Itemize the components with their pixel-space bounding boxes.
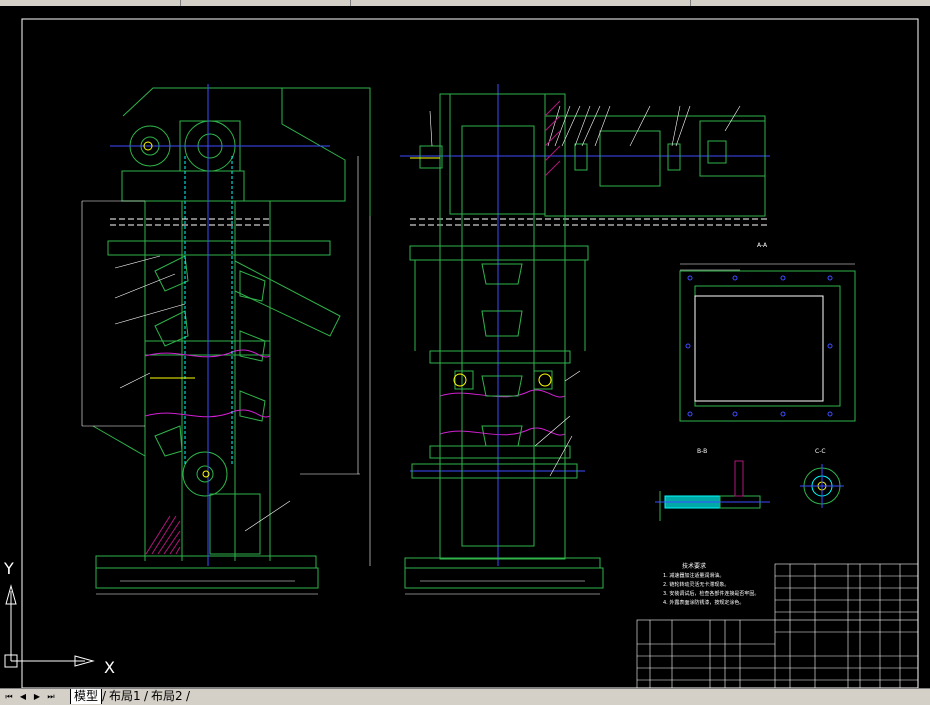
section-label-bb: B-B [697,448,708,455]
boot-slope [92,425,146,457]
head-hood [282,87,371,216]
section-aa-inner [694,285,841,407]
side-elevation-view [404,93,766,589]
tail-sprocket [182,451,228,497]
tab-layout2[interactable]: 布局2 [148,689,186,704]
lower-flange [429,445,571,459]
dimension-lines [81,156,371,595]
casing-outline [439,93,566,560]
section-label-cc: C-C [815,448,826,455]
note-line: 3. 安装调试后，检查各部件连接是否牢固。 [663,591,760,597]
note-line: 1. 减速器加注适量润滑油。 [663,573,725,579]
bucket [481,310,523,337]
section-aa-opening [694,295,824,402]
cross-beam [409,245,589,261]
note-line: 2. 链轮转动灵活无卡滞现象。 [663,582,730,588]
bucket [154,425,183,457]
bucket [239,390,266,422]
drive-base [121,170,245,202]
bucket [154,255,189,292]
section-aa-view [679,270,856,422]
mid-flange [429,350,571,364]
coupling [574,143,588,171]
prev-tab-button[interactable]: ◀ [17,691,29,703]
note-line: 4. 外露表面涂防锈漆，按规定涂色。 [663,600,745,606]
bearing [533,370,553,390]
reducer [599,130,661,187]
coupling [667,143,681,171]
section-aa-dims [680,263,855,271]
foundation [404,567,604,589]
cad-drawing [4,18,919,688]
mid-accents [410,157,552,387]
ucs-axis-icon [4,584,95,668]
motor [699,120,766,177]
bucket [481,263,523,285]
drawing-canvas[interactable]: A-A B-B C-C 技术要求 1. 减速器加注适量润滑油。 2. 链轮转动灵… [0,6,930,688]
tail-sprocket-hub [196,465,214,483]
bucket [481,425,523,447]
section-label-aa: A-A [757,242,768,249]
tab-model[interactable]: 模型 [70,689,103,704]
detail-accents [143,141,210,478]
first-tab-button[interactable]: ⏮ [3,691,15,703]
bucket [239,270,266,302]
support-beam [107,240,331,256]
notes-title: 技术要求 [682,563,707,570]
last-tab-button[interactable]: ⏭ [45,691,57,703]
section-bb-view [655,460,770,521]
base-plate [95,555,317,569]
section-aa-outer [679,270,856,422]
section-aa-holes [685,275,833,417]
ucs-x-label: X [104,658,115,677]
foundation [95,567,319,589]
bucket [239,330,266,362]
tail-bearing [419,145,443,169]
motor-box [707,140,727,164]
head-housing-outline [122,87,346,202]
ucs-y-label: Y [4,559,14,578]
layout-tab-bar: ⏮ ◀ ▶ ⏭ 模型 / 布局1 / 布局2 / [0,688,930,705]
bearing [454,370,474,390]
mid-dimension-lines [405,105,741,595]
bucket [481,375,523,397]
tab-separator: / [186,689,191,703]
boot-hatch [145,515,181,555]
next-tab-button[interactable]: ▶ [31,691,43,703]
tab-layout1[interactable]: 布局1 [106,689,144,704]
section-cc-view [800,464,844,508]
